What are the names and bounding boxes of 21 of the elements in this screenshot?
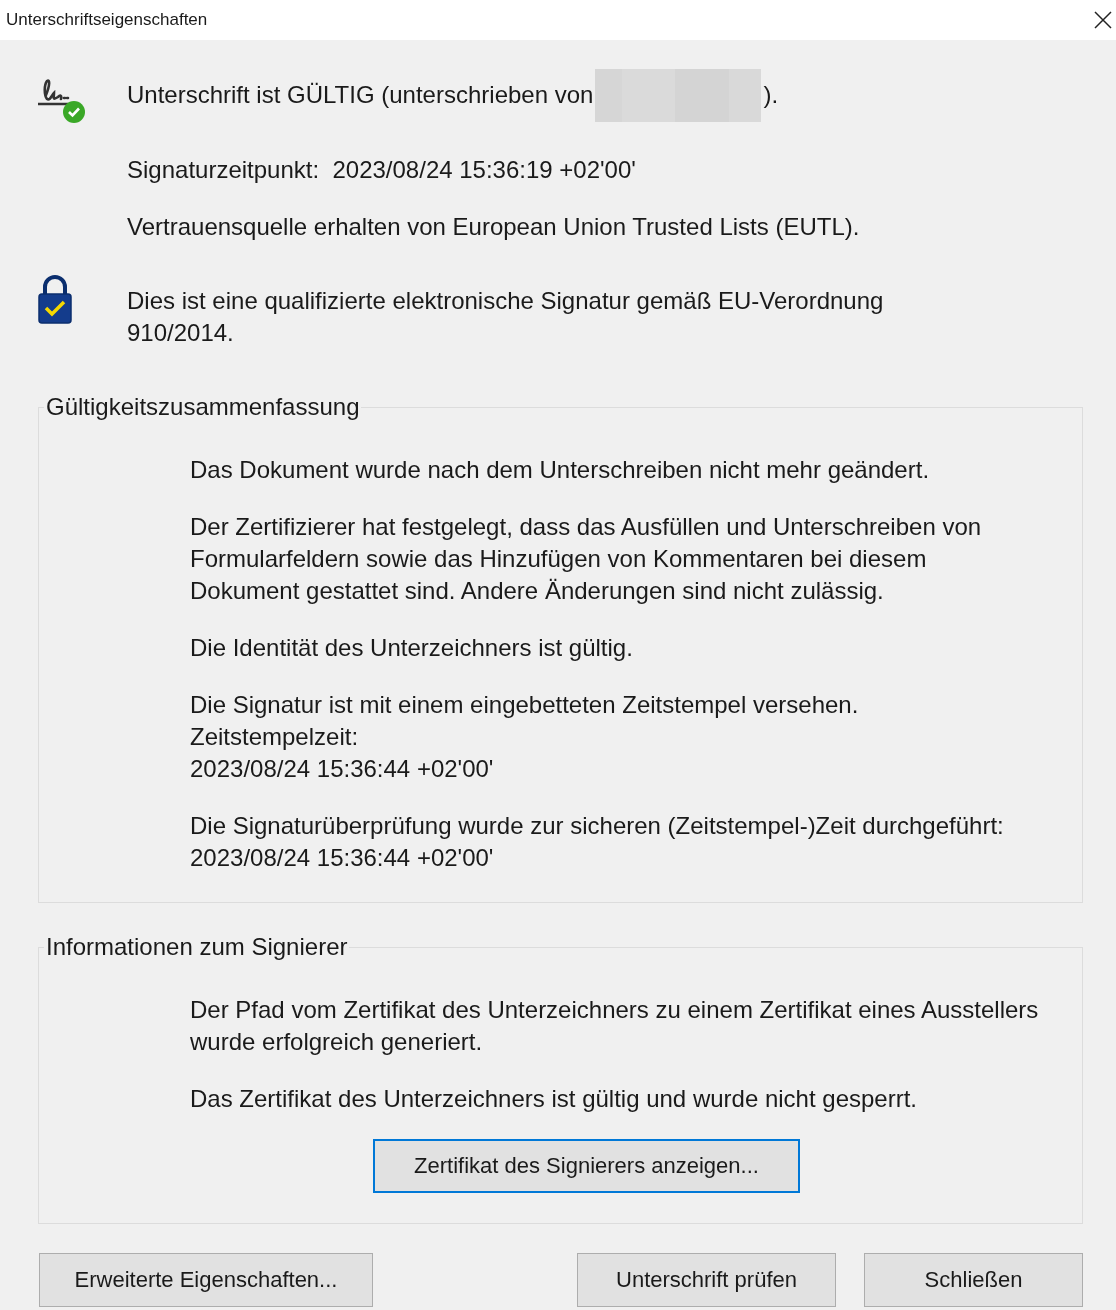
group-title: Gültigkeitszusammenfassung (45, 392, 361, 422)
info-paragraph: Das Dokument wurde nach dem Unterschreiben nicht mehr geändert. (190, 455, 931, 485)
window-title: Unterschriftseigenschaften (6, 10, 208, 30)
close-icon[interactable] (1094, 11, 1112, 29)
view-certificate-button[interactable]: Zertifikat des Signierers anzeigen... (373, 1139, 800, 1193)
info-paragraph: Die Signatur ist mit einem eingebetteten Zeitstempel versehen. Zeitstempelzeit: 2023/08/24 15:36:44 +02'00' (190, 690, 860, 784)
qualified-signature-text: Dies ist eine qualifizierte elektronische Signatur gemäß EU-Verordnung 910/2014. (127, 286, 885, 348)
info-paragraph: Die Signaturüberprüfung wurde zur sicheren (Zeitstempel-)Zeit durchgeführt: 2023/08/24 15:36:44 +02'00' (190, 811, 1005, 873)
padlock-icon (38, 275, 72, 325)
group-title: Informationen zum Signierer (45, 932, 349, 962)
status-line: Signaturzeitpunkt: 2023/08/24 15:36:19 +02'00' (127, 155, 637, 185)
info-paragraph: Der Zertifizierer hat festgelegt, dass das Ausfüllen und Unterschreiben von Formularfeldern sowie das Hinzufügen von Kommentaren bei diesem Dokument gestattet sind. Andere Änderungen sind nicht zulässig. (190, 512, 983, 606)
info-paragraph: Die Identität des Unterzeichners ist gültig. (190, 633, 634, 663)
verify-signature-button[interactable]: Unterschrift prüfen (577, 1253, 836, 1307)
info-paragraph: Der Pfad vom Zertifikat des Unterzeichners zu einem Zertifikat eines Ausstellers wurde erfolgreich generiert. (190, 995, 1040, 1057)
status-text-end: ). (763, 80, 779, 110)
info-paragraph: Das Zertifikat des Unterzeichners ist gültig und wurde nicht gesperrt. (190, 1084, 918, 1114)
close-button[interactable]: Schließen (864, 1253, 1083, 1307)
status-text: Unterschrift ist GÜLTIG (unterschrieben von (127, 80, 594, 110)
status-line: Vertrauensquelle erhalten von European Union Trusted Lists (EUTL). (127, 212, 861, 242)
advanced-properties-button[interactable]: Erweiterte Eigenschaften... (39, 1253, 373, 1307)
